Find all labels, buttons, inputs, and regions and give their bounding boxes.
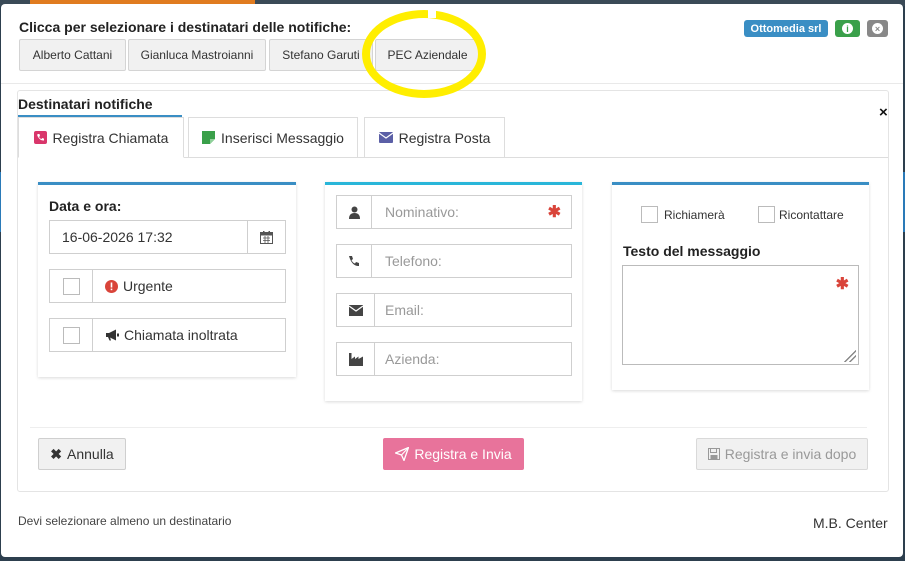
highlight-gap [428, 4, 436, 18]
box-accent [325, 182, 582, 185]
megaphone-icon [106, 329, 119, 341]
phone-icon [33, 131, 47, 144]
call-back-checkbox[interactable] [641, 206, 658, 223]
footer-brand: M.B. Center [813, 515, 888, 531]
recontact-checkbox[interactable] [758, 206, 775, 223]
calendar-button[interactable] [247, 221, 285, 253]
envelope-icon [348, 304, 363, 316]
call-back-option[interactable]: Richiamerà [641, 206, 725, 223]
send-button[interactable]: Registra e Invia [383, 438, 524, 470]
datetime-field[interactable]: 16-06-2026 17:32 [49, 220, 286, 254]
recipient-button-stefano-garuti[interactable]: Stefano Garuti [269, 39, 373, 71]
close-icon: ✖ [50, 445, 63, 462]
contact-box: Nominativo: ✱ Telefono: Email: Azienda: [325, 182, 582, 401]
email-field[interactable]: Email: [336, 293, 572, 327]
name-addon [337, 196, 372, 228]
modal-close-button[interactable]: × [867, 20, 888, 37]
envelope-icon [378, 132, 393, 143]
urgent-label: Urgente [123, 278, 173, 294]
tab-label: Registra Chiamata [52, 129, 169, 146]
tab-registra-chiamata[interactable]: Registra Chiamata [18, 117, 184, 158]
recipient-button-gianluca-mastroianni[interactable]: Gianluca Mastroianni [128, 39, 266, 71]
cancel-label: Annulla [67, 446, 114, 462]
phone-addon [337, 245, 372, 277]
calendar-icon [260, 230, 273, 244]
phone-handset-icon [349, 256, 359, 267]
company-field[interactable]: Azienda: [336, 342, 572, 376]
recipients-title: Clicca per selezionare i destinatari del… [19, 19, 352, 35]
message-box: Richiamerà Ricontattare Testo del messag… [612, 182, 869, 390]
send-later-label: Registra e invia dopo [724, 446, 857, 462]
message-text-label: Testo del messaggio [623, 243, 761, 259]
forwarded-checkbox[interactable] [62, 326, 80, 344]
forwarded-row: Chiamata inoltrata [49, 318, 286, 352]
resize-handle-icon[interactable] [844, 350, 856, 362]
box-accent [38, 182, 296, 185]
tab-inserisci-messaggio[interactable]: Inserisci Messaggio [188, 117, 358, 158]
call-back-label: Richiamerà [664, 207, 725, 222]
footer-hint: Devi selezionare almeno un destinatario [18, 514, 232, 528]
urgent-checkbox[interactable] [62, 277, 80, 295]
datetime-label: Data e ora: [49, 198, 122, 214]
floppy-disk-icon [707, 448, 720, 460]
cancel-button[interactable]: ✖ Annulla [38, 438, 126, 470]
panel-close-icon[interactable]: × [879, 104, 888, 121]
box-accent [612, 182, 869, 185]
forwarded-label: Chiamata inoltrata [124, 327, 238, 343]
tab-registra-posta[interactable]: Registra Posta [364, 117, 505, 158]
user-icon [348, 206, 360, 219]
phone-field[interactable]: Telefono: [336, 244, 572, 278]
close-icon: × [872, 23, 883, 34]
exclamation-icon [105, 279, 118, 293]
send-label: Registra e Invia [414, 446, 512, 462]
email-placeholder: Email: [385, 302, 424, 318]
company-addon [337, 343, 375, 375]
company-placeholder: Azienda: [385, 351, 440, 367]
message-textarea[interactable]: ✱ [622, 265, 859, 365]
phone-placeholder: Telefono: [385, 253, 442, 269]
company-badge: Ottomedia srl [744, 20, 828, 37]
call-details-box: Data e ora: 16-06-2026 17:32 Urgente Chi… [38, 182, 296, 377]
yellow-highlight-annotation [362, 10, 486, 98]
forwarded-checkbox-wrap [50, 319, 93, 351]
industry-icon [348, 352, 363, 366]
urgent-checkbox-wrap [50, 270, 93, 302]
urgent-label-group: Urgente [105, 278, 173, 294]
recipient-button-alberto-cattani[interactable]: Alberto Cattani [19, 39, 126, 71]
recontact-label: Ricontattare [779, 207, 844, 222]
required-icon: ✱ [547, 204, 561, 221]
info-icon: i [842, 23, 853, 34]
paper-plane-icon [395, 447, 410, 461]
tab-label: Inserisci Messaggio [221, 129, 344, 146]
note-icon [202, 131, 216, 144]
panel-title: Destinatari notifiche [18, 96, 182, 117]
email-addon [337, 294, 375, 326]
name-placeholder: Nominativo: [385, 204, 459, 220]
actions-divider [30, 427, 867, 428]
forwarded-label-group: Chiamata inoltrata [105, 327, 238, 343]
send-later-button[interactable]: Registra e invia dopo [696, 438, 868, 470]
recontact-option[interactable]: Ricontattare [758, 206, 844, 223]
tab-label: Registra Posta [398, 129, 491, 146]
name-field[interactable]: Nominativo: ✱ [336, 195, 572, 229]
urgent-row: Urgente [49, 269, 286, 303]
info-button[interactable]: i [835, 20, 860, 37]
datetime-value: 16-06-2026 17:32 [62, 229, 173, 245]
required-icon: ✱ [835, 276, 849, 293]
